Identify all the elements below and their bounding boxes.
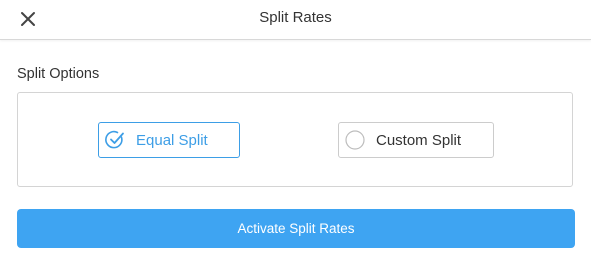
equal-split-label: Equal Split [136,131,208,149]
split-options-group: Equal Split Custom Split [17,92,573,187]
check-circle-icon [104,129,126,151]
custom-split-option[interactable]: Custom Split [338,122,494,158]
equal-split-option[interactable]: Equal Split [98,122,240,158]
split-options-label: Split Options [17,66,100,82]
custom-split-label: Custom Split [376,131,462,149]
dialog-header: Split Rates [0,0,591,40]
dialog-title: Split Rates [259,9,332,26]
activate-split-rates-button[interactable]: Activate Split Rates [17,209,575,248]
empty-circle-icon [344,129,366,151]
split-rates-dialog: Split Rates Split Options Equal Split Cu… [0,0,591,271]
